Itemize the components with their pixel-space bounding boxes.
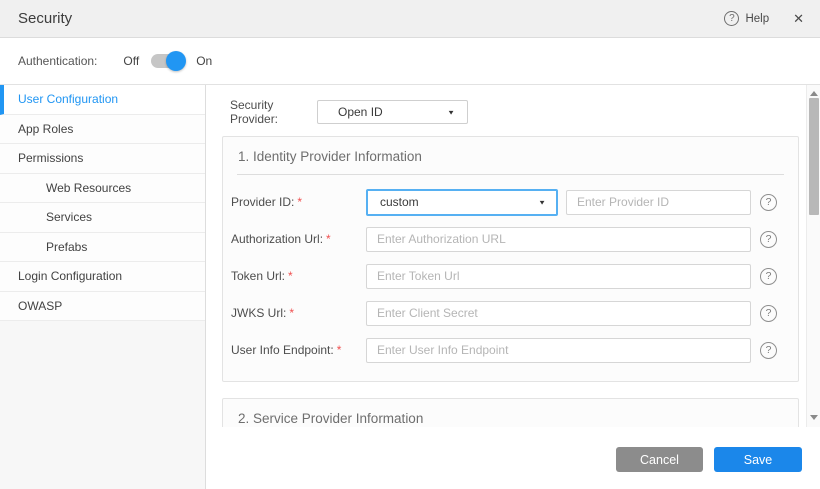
sidebar-item-app-roles[interactable]: App Roles [0, 115, 205, 145]
jwks-url-row: JWKS Url:* ? [231, 300, 784, 326]
sidebar-item-web-resources[interactable]: Web Resources [0, 174, 205, 204]
help-button[interactable]: ? Help [724, 11, 769, 26]
help-icon[interactable]: ? [760, 194, 777, 211]
user-info-endpoint-label: User Info Endpoint:* [231, 343, 366, 357]
section-head: 1. Identity Provider Information [223, 137, 798, 174]
cancel-button[interactable]: Cancel [616, 447, 703, 472]
required-marker: * [288, 269, 293, 283]
scroll-down-arrow[interactable] [807, 411, 820, 423]
save-button[interactable]: Save [714, 447, 802, 472]
help-icon[interactable]: ? [760, 342, 777, 359]
triangle-down-icon [810, 415, 818, 420]
toggle-on-label: On [196, 54, 212, 68]
authentication-label: Authentication: [18, 54, 97, 68]
help-icon[interactable]: ? [760, 268, 777, 285]
toggle-knob [166, 51, 186, 71]
scrollbar-thumb[interactable] [809, 98, 819, 215]
required-marker: * [326, 232, 331, 246]
sidebar-item-owasp[interactable]: OWASP [0, 292, 205, 322]
section-head: 2. Service Provider Information [223, 399, 798, 427]
close-icon[interactable]: ✕ [793, 11, 804, 27]
provider-id-select-value: custom [380, 195, 419, 209]
help-icon[interactable]: ? [760, 231, 777, 248]
footer: Cancel Save [206, 427, 820, 489]
security-provider-label: Security Provider: [230, 98, 317, 126]
scroll-area: Security Provider: Open ID ▼ 1. Identity… [206, 85, 820, 427]
token-url-label: Token Url:* [231, 269, 366, 283]
chevron-down-icon: ▼ [447, 108, 467, 115]
vertical-scrollbar[interactable] [806, 85, 820, 427]
required-marker: * [337, 343, 342, 357]
token-url-input[interactable] [366, 264, 751, 289]
provider-id-select[interactable]: custom ▼ [366, 189, 558, 216]
user-info-endpoint-input[interactable] [366, 338, 751, 363]
jwks-url-input[interactable] [366, 301, 751, 326]
titlebar: Security ? Help ✕ [0, 0, 820, 38]
authentication-row: Authentication: Off On [0, 38, 820, 85]
toggle-off-label: Off [123, 54, 139, 68]
required-marker: * [297, 195, 302, 209]
provider-id-row: Provider ID:* custom ▼ ? [231, 189, 784, 215]
authentication-toggle[interactable] [151, 54, 184, 68]
authorization-url-row: Authorization Url:* ? [231, 226, 784, 252]
sidebar-item-prefabs[interactable]: Prefabs [0, 233, 205, 263]
sidebar-item-services[interactable]: Services [0, 203, 205, 233]
sidebar-item-login-configuration[interactable]: Login Configuration [0, 262, 205, 292]
chevron-down-icon: ▼ [538, 198, 556, 205]
jwks-url-label: JWKS Url:* [231, 306, 366, 320]
provider-id-label: Provider ID:* [231, 195, 366, 209]
sidebar: User Configuration App Roles Permissions… [0, 85, 206, 489]
page-title: Security [18, 10, 72, 27]
section-title: 1. Identity Provider Information [238, 149, 422, 164]
service-provider-section: 2. Service Provider Information [222, 398, 799, 427]
provider-id-input[interactable] [566, 190, 751, 215]
help-icon[interactable]: ? [760, 305, 777, 322]
security-provider-value: Open ID [338, 105, 383, 119]
required-marker: * [289, 306, 294, 320]
security-provider-row: Security Provider: Open ID ▼ [230, 98, 806, 126]
token-url-row: Token Url:* ? [231, 263, 784, 289]
authorization-url-label: Authorization Url:* [231, 232, 366, 246]
section-title: 2. Service Provider Information [238, 411, 423, 426]
identity-provider-section: 1. Identity Provider Information Provide… [222, 136, 799, 382]
authorization-url-input[interactable] [366, 227, 751, 252]
sidebar-item-user-configuration[interactable]: User Configuration [0, 85, 205, 115]
user-info-endpoint-row: User Info Endpoint:* ? [231, 337, 784, 363]
security-provider-select[interactable]: Open ID ▼ [317, 100, 468, 124]
security-dialog: Security ? Help ✕ Authentication: Off On… [0, 0, 820, 489]
help-icon: ? [724, 11, 739, 26]
sidebar-item-permissions[interactable]: Permissions [0, 144, 205, 174]
help-label: Help [745, 13, 769, 25]
triangle-up-icon [810, 91, 818, 96]
